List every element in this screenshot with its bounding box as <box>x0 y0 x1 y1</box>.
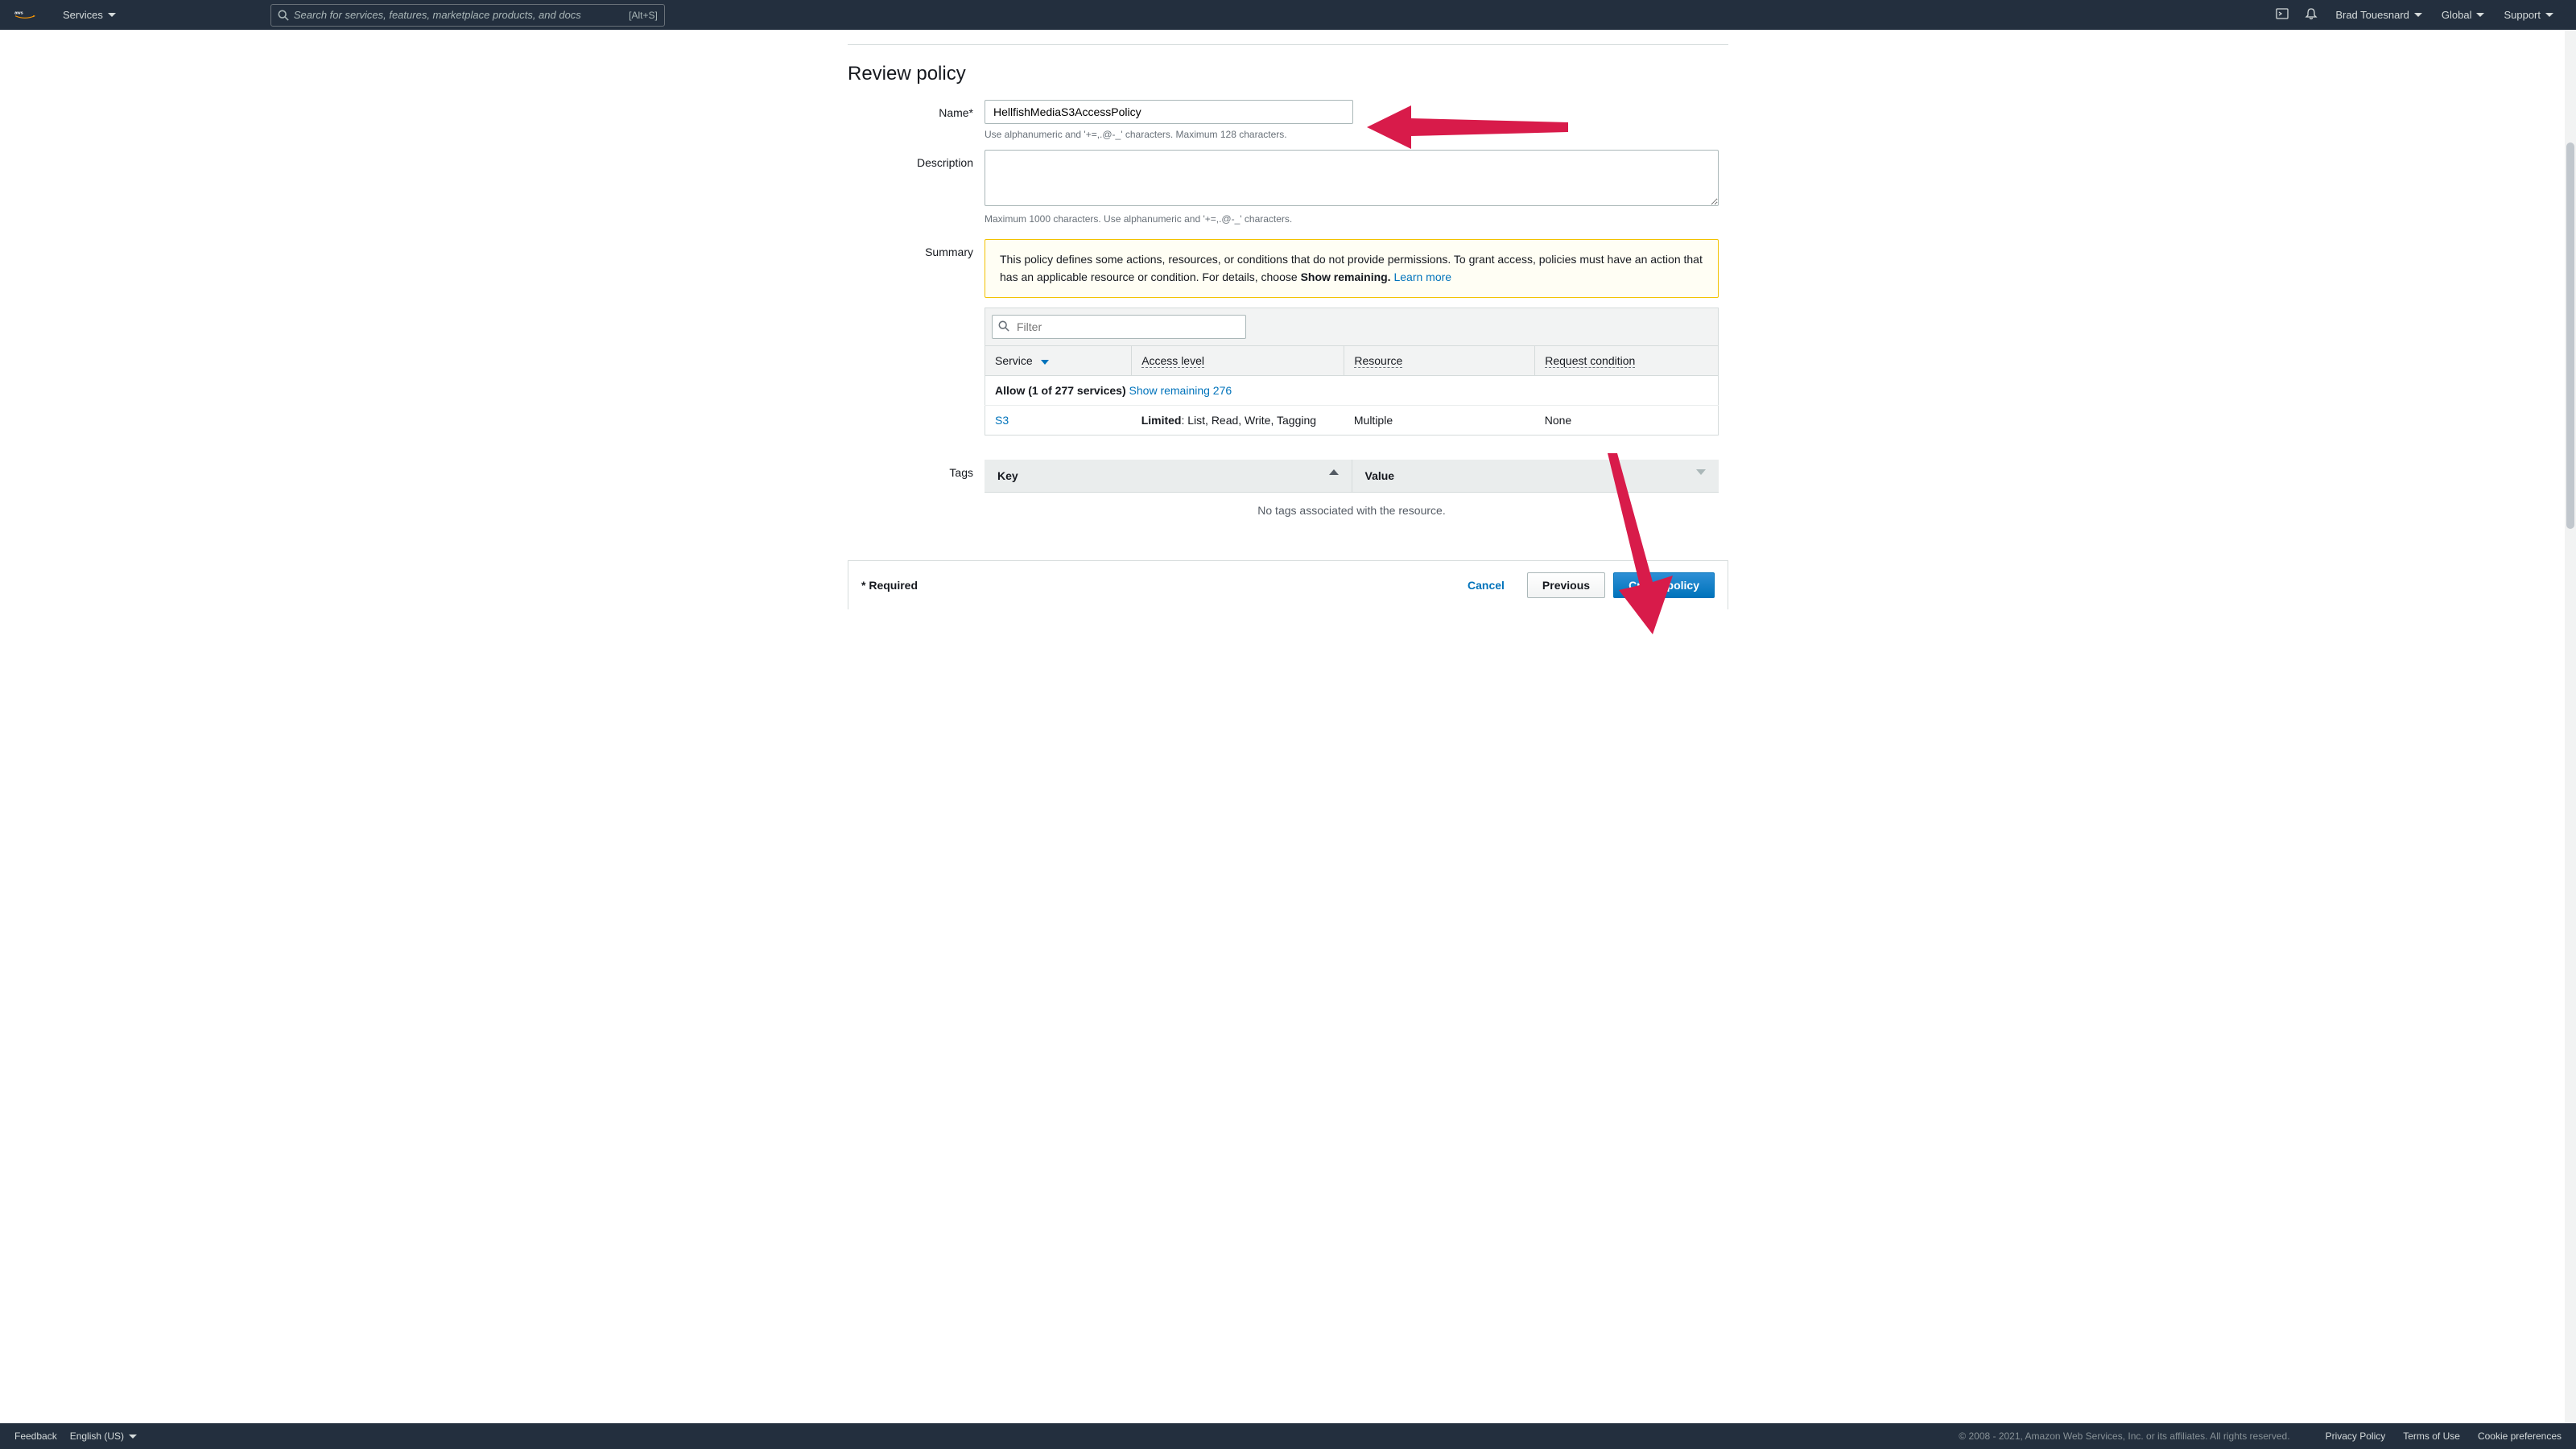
aws-logo-icon: aws <box>13 10 37 19</box>
sort-up-icon <box>1329 469 1339 475</box>
col-access-level[interactable]: Access level <box>1132 346 1344 376</box>
aws-logo[interactable]: aws <box>13 11 37 19</box>
scrollbar[interactable] <box>2565 30 2576 1423</box>
tags-key-header[interactable]: Key <box>985 460 1352 493</box>
permissions-table: Service Access level Resource Request co… <box>985 345 1719 436</box>
tags-empty: No tags associated with the resource. <box>985 493 1719 529</box>
action-bar: * Required Cancel Previous Create policy <box>848 560 1728 609</box>
filter-bar <box>985 308 1719 345</box>
service-link[interactable]: S3 <box>995 414 1009 427</box>
search-icon <box>278 10 289 21</box>
tags-value-header[interactable]: Value <box>1352 460 1719 493</box>
language-menu[interactable]: English (US) <box>57 1430 150 1442</box>
col-resource[interactable]: Resource <box>1344 346 1535 376</box>
warning-bold: Show remaining. <box>1301 270 1391 283</box>
page-title: Review policy <box>848 63 1728 85</box>
caret-down-icon <box>2545 13 2553 17</box>
cancel-button[interactable]: Cancel <box>1453 573 1519 597</box>
sort-down-icon <box>1696 469 1706 475</box>
tags-row: Tags Key Value No t <box>848 460 1728 528</box>
tags-table: Key Value No tags associated with the re… <box>985 460 1719 528</box>
region-label: Global <box>2442 9 2472 21</box>
name-row: Name* Use alphanumeric and '+=,.@-_' cha… <box>848 100 1728 140</box>
privacy-link[interactable]: Privacy Policy <box>2326 1430 2386 1442</box>
scrollbar-thumb[interactable] <box>2566 142 2574 529</box>
tags-label: Tags <box>848 460 985 528</box>
search-hint: [Alt+S] <box>629 10 658 21</box>
feedback-link[interactable]: Feedback <box>14 1430 57 1442</box>
name-input[interactable] <box>985 100 1353 124</box>
caret-down-icon <box>2476 13 2484 17</box>
search-input[interactable] <box>294 9 629 21</box>
region-menu[interactable]: Global <box>2432 9 2495 21</box>
description-row: Description Maximum 1000 characters. Use… <box>848 150 1728 225</box>
col-service[interactable]: Service <box>985 346 1132 376</box>
support-menu[interactable]: Support <box>2494 9 2563 21</box>
learn-more-link[interactable]: Learn more <box>1393 270 1451 283</box>
user-menu[interactable]: Brad Touesnard <box>2326 9 2432 21</box>
search-box[interactable]: [Alt+S] <box>270 4 665 27</box>
terms-link[interactable]: Terms of Use <box>2403 1430 2460 1442</box>
condition-cell: None <box>1535 406 1719 436</box>
name-label: Name* <box>848 100 985 140</box>
summary-label: Summary <box>848 239 985 436</box>
table-row: S3 Limited: List, Read, Write, Tagging M… <box>985 406 1719 436</box>
cloudshell-icon[interactable] <box>2268 7 2297 23</box>
nav-right: Brad Touesnard Global Support <box>2268 7 2563 23</box>
description-hint: Maximum 1000 characters. Use alphanumeri… <box>985 213 1728 225</box>
notifications-icon[interactable] <box>2297 7 2326 23</box>
filter-input[interactable] <box>992 315 1246 339</box>
filter-search-icon <box>998 320 1009 334</box>
col-request-condition[interactable]: Request condition <box>1535 346 1719 376</box>
required-note: * Required <box>861 579 918 592</box>
top-nav: aws Services [Alt+S] Brad Touesnard Glob… <box>0 0 2576 30</box>
services-menu[interactable]: Services <box>53 9 126 21</box>
description-label: Description <box>848 150 985 225</box>
name-hint: Use alphanumeric and '+=,.@-_' character… <box>985 129 1728 140</box>
summary-table: Service Access level Resource Request co… <box>985 308 1719 436</box>
description-input[interactable] <box>985 150 1719 206</box>
access-level-cell: Limited: List, Read, Write, Tagging <box>1132 406 1344 436</box>
summary-row: Summary This policy defines some actions… <box>848 239 1728 436</box>
create-policy-button[interactable]: Create policy <box>1613 572 1715 598</box>
resource-cell: Multiple <box>1344 406 1535 436</box>
previous-button[interactable]: Previous <box>1527 572 1605 598</box>
bottom-footer: Feedback English (US) © 2008 - 2021, Ama… <box>0 1423 2576 1449</box>
allow-summary-row: Allow (1 of 277 services) Show remaining… <box>985 376 1719 406</box>
cookies-link[interactable]: Cookie preferences <box>2478 1430 2562 1442</box>
page-content: Review policy Name* Use alphanumeric and… <box>848 44 1728 528</box>
svg-text:aws: aws <box>14 10 23 15</box>
allow-prefix: Allow (1 of 277 services) <box>995 384 1126 397</box>
caret-down-icon <box>108 13 116 17</box>
show-remaining-link[interactable]: Show remaining 276 <box>1129 384 1232 397</box>
services-label: Services <box>63 9 103 21</box>
sort-caret-icon <box>1041 360 1049 365</box>
summary-warning: This policy defines some actions, resour… <box>985 239 1719 298</box>
caret-down-icon <box>129 1435 137 1439</box>
copyright: © 2008 - 2021, Amazon Web Services, Inc.… <box>1959 1430 2289 1442</box>
caret-down-icon <box>2414 13 2422 17</box>
user-label: Brad Touesnard <box>2335 9 2409 21</box>
support-label: Support <box>2504 9 2541 21</box>
